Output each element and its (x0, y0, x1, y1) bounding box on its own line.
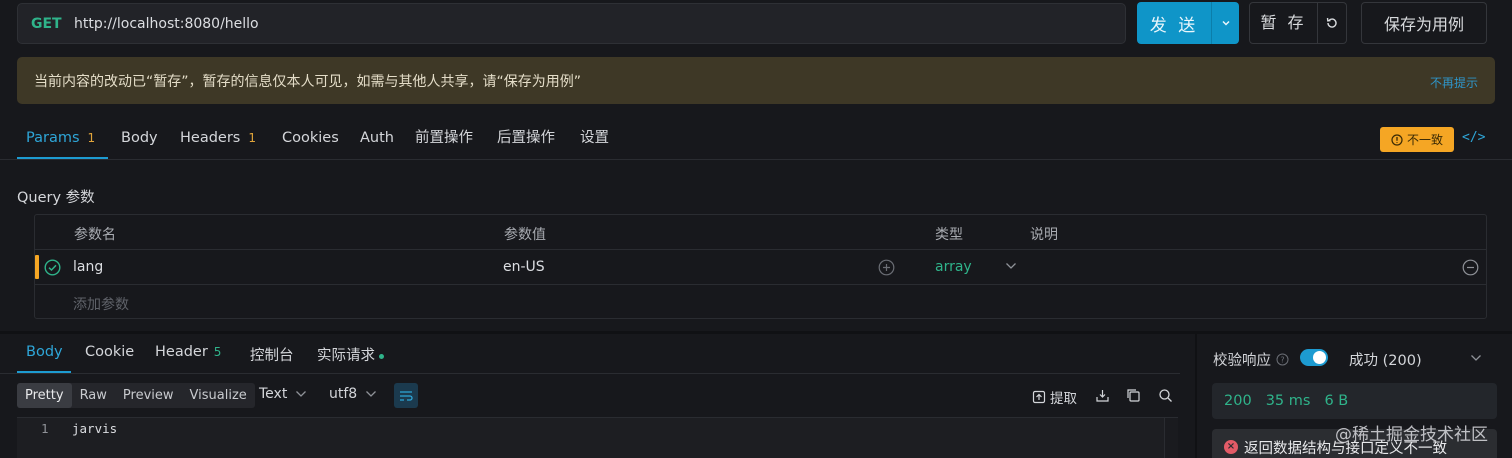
chevron-down-icon (366, 391, 377, 397)
response-stats: 200 35 ms 6 B (1212, 383, 1497, 419)
table-header: 参数名 参数值 类型 说明 (35, 215, 1486, 250)
editor-scrollbar[interactable] (1164, 418, 1178, 458)
tab-response-body[interactable]: Body (26, 344, 63, 360)
help-icon[interactable]: ? (1276, 353, 1289, 366)
col-param-name: 参数名 (74, 227, 116, 243)
code-view-icon[interactable]: </> (1462, 130, 1485, 145)
notice-text: 当前内容的改动已“暂存”，暂存的信息仅本人可见，如需与其他人共享，请“保存为用例… (34, 73, 582, 90)
tab-settings[interactable]: 设置 (580, 117, 609, 160)
tab-headers-badge: 1 (248, 131, 256, 145)
tab-params-badge: 1 (87, 131, 96, 145)
add-param-placeholder[interactable]: 添加参数 (73, 294, 129, 314)
tab-headers-label: Headers (180, 130, 241, 146)
col-type: 类型 (935, 227, 963, 243)
save-as-case-button[interactable]: 保存为用例 (1361, 2, 1487, 44)
chevron-down-icon[interactable] (1470, 349, 1482, 363)
error-icon: × (1224, 440, 1238, 454)
extract-icon (1032, 390, 1046, 404)
line-number: 1 (41, 421, 49, 436)
tab-response-header-badge: 5 (213, 345, 222, 359)
response-content[interactable]: jarvis (72, 421, 117, 436)
tab-body[interactable]: Body (121, 117, 158, 160)
reset-icon[interactable] (1318, 16, 1346, 30)
view-visualize[interactable]: Visualize (182, 383, 255, 408)
tab-post-actions[interactable]: 后置操作 (497, 117, 555, 160)
col-description: 说明 (1030, 227, 1058, 243)
temp-save-button[interactable]: 暂 存 (1249, 2, 1347, 44)
temp-save-label[interactable]: 暂 存 (1250, 3, 1318, 43)
modified-indicator (35, 255, 39, 279)
temp-save-notice: 当前内容的改动已“暂存”，暂存的信息仅本人可见，如需与其他人共享，请“保存为用例… (17, 57, 1495, 104)
tab-response-header-label: Header (155, 344, 208, 360)
tab-actual-request[interactable]: 实际请求 (317, 344, 384, 365)
param-value-input[interactable]: en-US (503, 259, 545, 275)
tab-pre-actions[interactable]: 前置操作 (415, 117, 473, 160)
response-size: 6 B (1324, 393, 1349, 409)
word-wrap-icon[interactable] (394, 383, 418, 408)
view-pretty[interactable]: Pretty (17, 383, 72, 408)
param-type-select[interactable]: array (935, 259, 972, 275)
view-mode-switcher: Pretty Raw Preview Visualize (17, 383, 255, 408)
send-button[interactable]: 发 送 (1137, 2, 1239, 44)
remove-circle-icon[interactable] (1462, 259, 1479, 276)
tab-auth[interactable]: Auth (360, 117, 394, 160)
inconsistent-label: 不一致 (1406, 133, 1443, 147)
add-circle-icon[interactable] (878, 259, 895, 276)
validate-response-toggle[interactable] (1300, 349, 1328, 366)
validate-response-label: 校验响应 ? (1213, 349, 1289, 370)
copy-icon[interactable] (1126, 388, 1141, 403)
validation-result-select[interactable]: 成功 (200) (1349, 349, 1422, 370)
chevron-down-icon[interactable] (1005, 261, 1017, 271)
vertical-splitter[interactable] (1195, 334, 1197, 458)
tab-params-label: Params (26, 130, 80, 146)
encoding-select[interactable]: utf8 (329, 386, 377, 402)
tab-response-cookie[interactable]: Cookie (85, 344, 134, 360)
download-icon[interactable] (1095, 388, 1110, 403)
response-editor[interactable]: 1 jarvis (17, 417, 1178, 458)
url-bar[interactable]: GET http://localhost:8080/hello (17, 3, 1126, 44)
status-code: 200 (1224, 393, 1252, 409)
active-response-tab-indicator (17, 371, 71, 373)
response-tabs: Body Cookie Header 5 控制台 实际请求 (0, 334, 1180, 374)
param-name-input[interactable]: lang (73, 259, 103, 275)
validate-label-text: 校验响应 (1213, 353, 1271, 369)
tab-params[interactable]: Params 1 (26, 117, 95, 160)
tab-console[interactable]: 控制台 (250, 344, 294, 365)
view-raw[interactable]: Raw (72, 383, 115, 408)
tab-response-header[interactable]: Header 5 (155, 344, 221, 360)
active-tab-indicator (17, 157, 108, 159)
watermark: @稀土掘金技术社区 (1335, 425, 1488, 445)
search-icon[interactable] (1158, 388, 1173, 403)
format-value: Text (259, 386, 288, 402)
format-select[interactable]: Text (259, 386, 307, 402)
encoding-value: utf8 (329, 386, 358, 402)
send-label[interactable]: 发 送 (1137, 11, 1211, 36)
status-dot (379, 353, 384, 359)
svg-text:?: ? (1280, 356, 1284, 365)
inconsistent-badge[interactable]: 不一致 (1380, 127, 1454, 152)
send-options-chevron-icon[interactable] (1211, 2, 1239, 44)
tab-actual-request-label: 实际请求 (317, 348, 375, 364)
chevron-down-icon (296, 391, 307, 397)
method-select[interactable]: GET (31, 16, 74, 32)
query-params-table: 参数名 参数值 类型 说明 lang en-US array 添加参数 (34, 214, 1487, 319)
url-input[interactable]: http://localhost:8080/hello (74, 16, 259, 32)
notice-dismiss-link[interactable]: 不再提示 (1430, 74, 1478, 91)
tab-headers[interactable]: Headers 1 (180, 117, 256, 160)
view-preview[interactable]: Preview (115, 383, 182, 408)
response-time: 35 ms (1265, 393, 1311, 409)
query-section-title: Query 参数 (17, 190, 95, 206)
table-row: lang en-US array (35, 250, 1486, 285)
enabled-check-icon[interactable] (44, 259, 61, 276)
tab-cookies[interactable]: Cookies (282, 117, 339, 160)
col-param-value: 参数值 (504, 227, 546, 243)
request-tabs: Params 1 Body Headers 1 Cookies Auth 前置操作 … (0, 117, 1512, 160)
extract-button[interactable]: 提取 (1032, 387, 1077, 407)
extract-label: 提取 (1050, 391, 1077, 407)
warning-icon (1391, 133, 1403, 146)
